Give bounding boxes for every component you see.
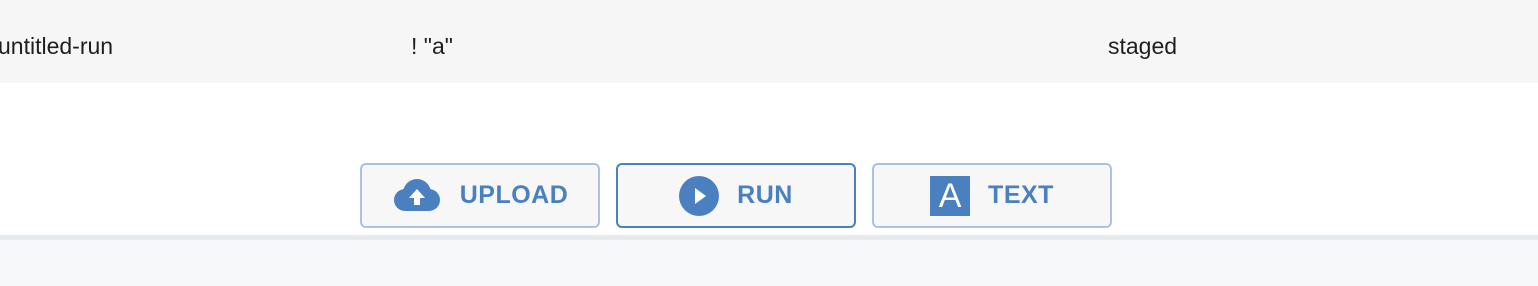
run-status-cell: staged (1108, 33, 1178, 59)
upload-label: UPLOAD (459, 181, 569, 209)
letter-a-glyph: A (930, 175, 971, 216)
footer-bar (0, 240, 1538, 286)
run-button[interactable]: RUN (616, 163, 856, 228)
table-row[interactable]: untitled-run ! "a" staged (0, 0, 1538, 83)
run-label: RUN (737, 181, 793, 209)
letter-a-icon: A (930, 175, 971, 216)
run-content-cell: ! "a" (411, 33, 453, 59)
play-circle-icon (679, 175, 720, 216)
text-button[interactable]: A TEXT (872, 163, 1112, 228)
run-name-cell: untitled-run (0, 33, 114, 59)
upload-button[interactable]: UPLOAD (360, 163, 600, 228)
text-label: TEXT (988, 181, 1054, 209)
cloud-upload-icon (392, 178, 442, 213)
